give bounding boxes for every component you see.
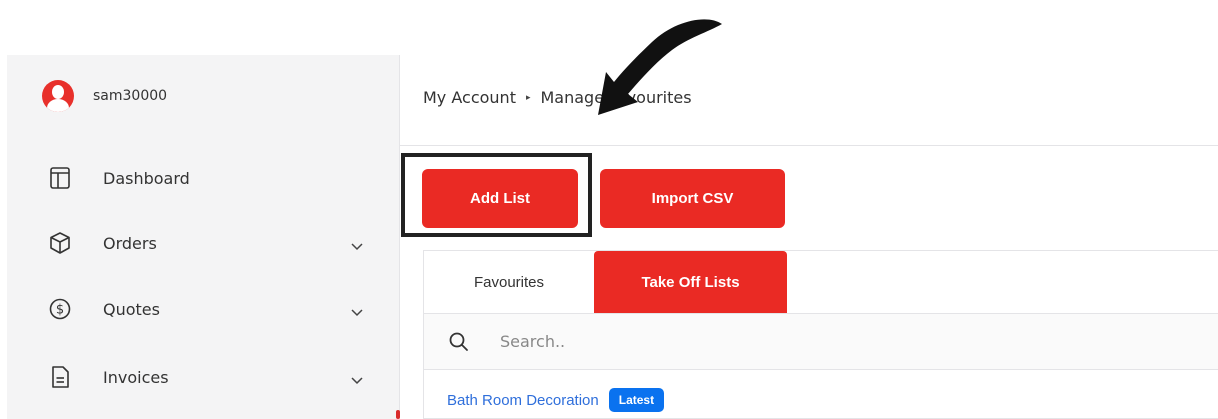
document-icon <box>49 366 71 388</box>
header-divider <box>400 145 1218 146</box>
box-icon <box>49 232 71 254</box>
tab-favourites[interactable]: Favourites <box>424 251 594 313</box>
breadcrumb-separator: ▸ <box>525 92 531 103</box>
search-divider <box>424 369 1218 370</box>
latest-badge: Latest <box>608 388 665 412</box>
sidebar-item-label: Dashboard <box>103 168 190 188</box>
dollar-circle-icon: $ <box>49 298 71 320</box>
annotation-arrow-icon <box>598 19 722 115</box>
sidebar-item-quotes[interactable]: $ Quotes <box>49 294 369 324</box>
sidebar-item-label: Quotes <box>103 299 160 319</box>
list-link[interactable]: Bath Room Decoration <box>447 392 599 409</box>
layout-icon <box>49 167 71 189</box>
highlight-box <box>401 153 592 237</box>
list-item: Bath Room Decoration Latest <box>447 388 665 412</box>
import-csv-button[interactable]: Import CSV <box>600 169 785 228</box>
sidebar-item-dashboard[interactable]: Dashboard <box>49 163 369 193</box>
sidebar-divider <box>399 55 400 419</box>
user-profile[interactable]: sam30000 <box>42 80 167 112</box>
search-input[interactable] <box>500 332 1100 351</box>
svg-text:$: $ <box>56 303 64 318</box>
avatar <box>42 80 74 112</box>
username: sam30000 <box>93 88 168 104</box>
scroll-marker <box>396 410 400 419</box>
sidebar-item-orders[interactable]: Orders <box>49 228 369 258</box>
search-bar <box>424 314 1218 369</box>
search-icon[interactable] <box>448 331 470 353</box>
tab-take-off-lists[interactable]: Take Off Lists <box>594 251 787 313</box>
chevron-down-icon[interactable] <box>351 372 363 390</box>
favourites-panel: Favourites Take Off Lists Bath Room Deco… <box>423 250 1218 419</box>
sidebar-item-label: Orders <box>103 233 157 253</box>
chevron-down-icon[interactable] <box>351 238 363 256</box>
breadcrumb-root-link[interactable]: My Account <box>423 88 516 107</box>
sidebar-item-label: Invoices <box>103 367 169 387</box>
sidebar-item-invoices[interactable]: Invoices <box>49 362 369 392</box>
chevron-down-icon[interactable] <box>351 304 363 322</box>
